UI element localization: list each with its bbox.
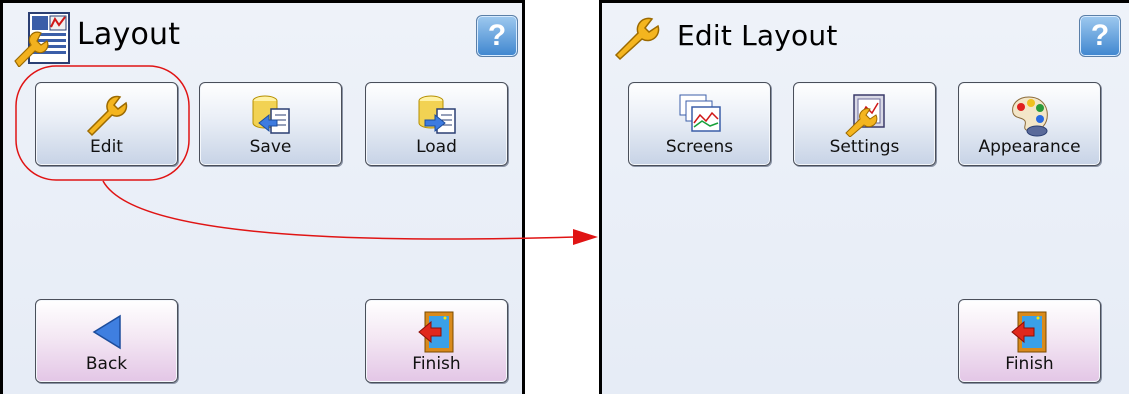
transition-arrow-head xyxy=(573,229,598,245)
annotation-overlay xyxy=(15,65,598,245)
edit-highlight-circle xyxy=(15,65,190,181)
transition-arrow-line xyxy=(102,180,576,240)
